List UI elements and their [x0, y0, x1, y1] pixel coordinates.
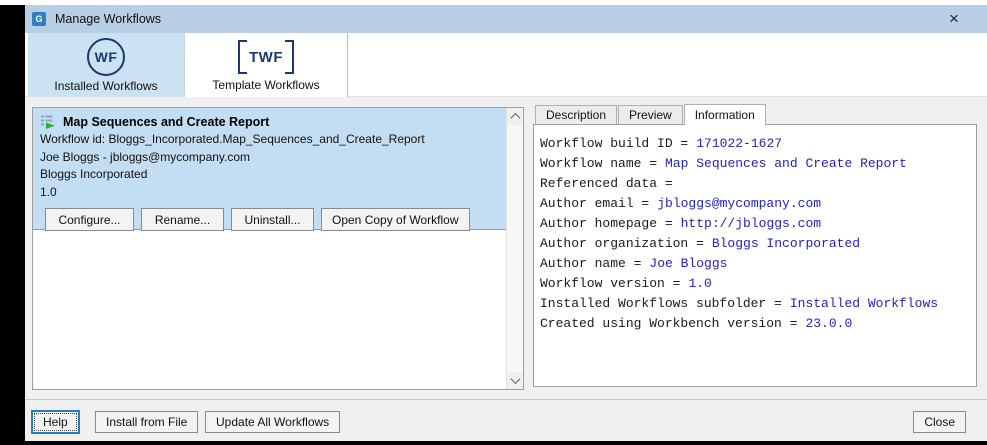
- workflow-version-line: 1.0: [40, 184, 499, 202]
- help-button[interactable]: Help: [31, 410, 80, 434]
- scroll-down-button[interactable]: [507, 372, 523, 389]
- detail-tabs: Description Preview Information: [535, 105, 767, 125]
- installed-workflows-icon: WF: [87, 38, 125, 76]
- install-from-file-button[interactable]: Install from File: [95, 411, 198, 433]
- info-label: Workflow version =: [540, 276, 680, 291]
- info-label: Workflow name =: [540, 156, 657, 171]
- chevron-up-icon: [510, 113, 520, 123]
- tab-installed-workflows[interactable]: WF Installed Workflows: [28, 33, 184, 97]
- configure-button[interactable]: Configure...: [45, 208, 134, 231]
- info-label: Workflow build ID =: [540, 136, 688, 151]
- info-value: http://jbloggs.com: [681, 216, 821, 231]
- tab-template-workflows[interactable]: TWF Template Workflows: [184, 33, 348, 97]
- workflow-author-line: Joe Bloggs - jbloggs@mycompany.com: [40, 149, 499, 167]
- installed-workflows-list[interactable]: Map Sequences and Create Report Workflow…: [32, 107, 524, 390]
- tab-installed-workflows-label: Installed Workflows: [54, 79, 157, 93]
- tab-template-workflows-label: Template Workflows: [212, 78, 319, 92]
- update-all-workflows-button[interactable]: Update All Workflows: [205, 411, 340, 433]
- info-line-author-homepage: Author homepage = http://jbloggs.com: [540, 214, 970, 234]
- workflow-detail-panel: Description Preview Information Workflow…: [533, 105, 977, 387]
- uninstall-button[interactable]: Uninstall...: [231, 208, 314, 231]
- info-line-name: Workflow name = Map Sequences and Create …: [540, 154, 970, 174]
- main-tabstrip: WF Installed Workflows TWF Template Work…: [25, 33, 987, 97]
- close-button[interactable]: Close: [913, 411, 966, 433]
- workflow-action-buttons: Configure... Rename... Uninstall... Open…: [45, 208, 499, 231]
- info-line-subfolder: Installed Workflows subfolder = Installed…: [540, 294, 970, 314]
- manage-workflows-dialog: G Manage Workflows × WF Installed Workfl…: [0, 0, 987, 445]
- info-line-workflow-version: Workflow version = 1.0: [540, 274, 970, 294]
- info-line-author-organization: Author organization = Bloggs Incorporated: [540, 234, 970, 254]
- workflow-icon: [40, 114, 56, 130]
- info-label: Referenced data =: [540, 176, 673, 191]
- window-title: Manage Workflows: [55, 12, 161, 26]
- rename-button[interactable]: Rename...: [141, 208, 224, 231]
- info-label: Author homepage =: [540, 216, 673, 231]
- info-value: 1.0: [688, 276, 711, 291]
- info-value: 23.0.0: [805, 316, 852, 331]
- workflow-list-item-selected[interactable]: Map Sequences and Create Report Workflow…: [33, 108, 506, 230]
- info-value: Map Sequences and Create Report: [665, 156, 907, 171]
- info-label: Author email =: [540, 196, 649, 211]
- template-workflows-icon: TWF: [238, 40, 294, 74]
- info-label: Author name =: [540, 256, 641, 271]
- info-line-author-name: Author name = Joe Bloggs: [540, 254, 970, 274]
- info-value: jbloggs@mycompany.com: [657, 196, 821, 211]
- info-label: Author organization =: [540, 236, 704, 251]
- info-value: 171022-1627: [696, 136, 782, 151]
- scroll-up-button[interactable]: [507, 108, 523, 125]
- chevron-down-icon: [510, 374, 520, 384]
- tab-preview[interactable]: Preview: [618, 105, 683, 124]
- info-value: Bloggs Incorporated: [712, 236, 860, 251]
- footer-separator: [25, 399, 987, 400]
- tab-information[interactable]: Information: [684, 104, 766, 125]
- info-line-build-id: Workflow build ID = 171022-1627: [540, 134, 970, 154]
- open-copy-of-workflow-button[interactable]: Open Copy of Workflow: [321, 208, 470, 231]
- workflow-title: Map Sequences and Create Report: [63, 115, 269, 129]
- info-label: Installed Workflows subfolder =: [540, 296, 782, 311]
- app-logo-icon: G: [32, 12, 46, 26]
- info-line-referenced-data: Referenced data =: [540, 174, 970, 194]
- tab-description[interactable]: Description: [535, 105, 617, 124]
- list-vertical-scrollbar[interactable]: [506, 108, 523, 389]
- info-line-author-email: Author email = jbloggs@mycompany.com: [540, 194, 970, 214]
- information-content[interactable]: Workflow build ID = 171022-1627 Workflow …: [533, 124, 977, 387]
- info-value: Joe Bloggs: [649, 256, 727, 271]
- info-label: Created using Workbench version =: [540, 316, 797, 331]
- window-close-icon[interactable]: ×: [941, 5, 967, 33]
- workflow-id-line: Workflow id: Bloggs_Incorporated.Map_Seq…: [40, 131, 499, 149]
- titlebar[interactable]: G Manage Workflows ×: [25, 5, 987, 33]
- dialog-body: Map Sequences and Create Report Workflow…: [25, 97, 987, 441]
- workflow-organization-line: Bloggs Incorporated: [40, 166, 499, 184]
- info-line-workbench-version: Created using Workbench version = 23.0.0: [540, 314, 970, 334]
- info-value: Installed Workflows: [790, 296, 938, 311]
